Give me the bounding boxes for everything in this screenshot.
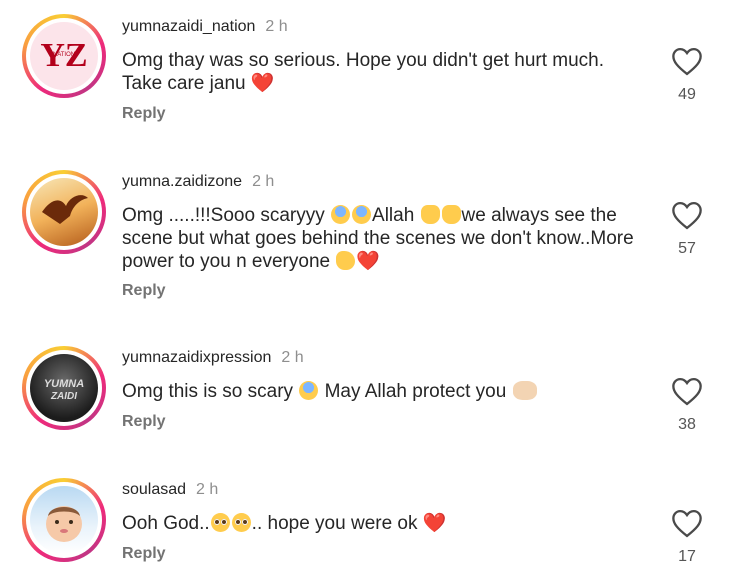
comment-meta: yumnazaidixpression 2 h (122, 349, 304, 367)
scared-face-emoji (331, 205, 351, 224)
username[interactable]: yumna.zaidizone (122, 173, 242, 190)
like-count: 38 (678, 416, 696, 433)
comment-text: Omg this is so scary May Allah protect y… (122, 380, 642, 403)
like-count: 57 (678, 240, 696, 257)
svg-text:NATION: NATION (53, 52, 75, 58)
like-count: 49 (678, 86, 696, 103)
comment-meta: yumnazaidi_nation 2 h (122, 18, 288, 36)
avatar[interactable] (22, 478, 106, 562)
svg-text:YUMNA: YUMNA (44, 378, 84, 390)
scared-face-emoji (352, 205, 372, 224)
red-heart-emoji: ❤️ (250, 73, 275, 94)
like-control: 57 (668, 200, 706, 258)
heart-icon[interactable] (670, 46, 704, 76)
red-heart-emoji: ❤️ (356, 251, 381, 272)
red-heart-emoji: ❤️ (422, 513, 447, 534)
avatar[interactable] (22, 170, 106, 254)
like-count: 17 (678, 548, 696, 565)
comment-text: Ooh God.... hope you were ok ❤️ (122, 513, 447, 534)
comment-meta: soulasad 2 h (122, 481, 218, 499)
avatar[interactable]: YZ NATION (22, 14, 106, 98)
pointing-up-emoji (420, 205, 440, 224)
avatar-logo: YUMNA ZAIDI (44, 378, 84, 402)
reply-button[interactable]: Reply (122, 413, 166, 431)
heart-icon[interactable] (670, 200, 704, 230)
pleading-face-emoji (231, 513, 251, 532)
username[interactable]: yumnazaidi_nation (122, 18, 255, 35)
like-control: 49 (668, 46, 706, 104)
avatar-logo: YZ NATION (40, 37, 87, 74)
open-hands-emoji (441, 205, 461, 224)
comment-meta: yumna.zaidizone 2 h (122, 173, 274, 191)
flexed-biceps-emoji (336, 251, 356, 270)
comment-text: Omg thay was so serious. Hope you didn't… (122, 50, 605, 94)
reply-button[interactable]: Reply (122, 545, 166, 563)
heart-icon[interactable] (670, 376, 704, 406)
baby-avatar-icon (46, 506, 82, 542)
reply-button[interactable]: Reply (122, 105, 166, 123)
reply-button[interactable]: Reply (122, 282, 166, 300)
username[interactable]: soulasad (122, 481, 186, 498)
username[interactable]: yumnazaidixpression (122, 349, 271, 366)
avatar[interactable]: YUMNA ZAIDI (22, 346, 106, 430)
like-control: 17 (668, 508, 706, 566)
timestamp: 2 h (196, 481, 219, 498)
timestamp: 2 h (252, 173, 275, 190)
like-control: 38 (668, 376, 706, 434)
timestamp: 2 h (265, 18, 288, 35)
timestamp: 2 h (281, 349, 304, 366)
svg-text:ZAIDI: ZAIDI (50, 391, 77, 402)
open-hands-emoji (512, 381, 537, 400)
comment-text: Omg .....!!!Sooo scaryyy Allah we always… (122, 205, 634, 272)
scared-face-emoji (299, 381, 319, 400)
pleading-face-emoji (210, 513, 230, 532)
bird-logo-icon (42, 195, 88, 224)
heart-icon[interactable] (670, 508, 704, 538)
